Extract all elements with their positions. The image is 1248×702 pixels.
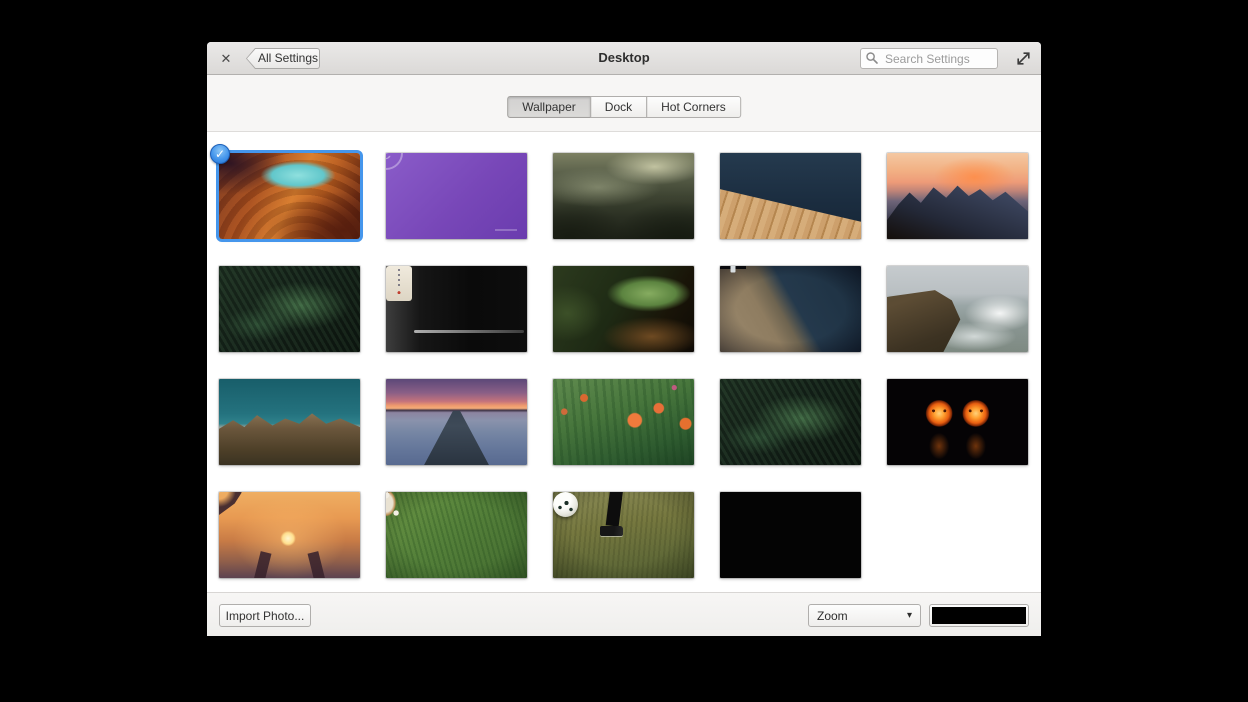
wallpaper-thumbnail-sunset-peaks[interactable] — [887, 153, 1028, 239]
wallpaper-cell — [219, 266, 360, 352]
wallpaper-cell — [386, 266, 527, 352]
expand-icon — [1015, 50, 1032, 67]
wallpaper-thumbnail-antelope-canyon[interactable] — [219, 153, 360, 239]
titlebar: ✕ All Settings Desktop — [207, 42, 1041, 75]
wallpaper-thumbnail-heart-hands-sunset[interactable] — [219, 492, 360, 578]
import-photo-button[interactable]: Import Photo... — [219, 604, 311, 627]
wallpaper-thumbnail-elementary-purple[interactable] — [386, 153, 527, 239]
wallpaper-thumbnail-coastal-cliff[interactable] — [887, 266, 1028, 352]
expand-window-button[interactable] — [1015, 50, 1032, 67]
dropdown-arrow-icon: ▾ — [907, 611, 912, 621]
wallpaper-cell — [553, 379, 694, 465]
wallpaper-cell — [386, 492, 527, 578]
wallpaper-cell — [720, 153, 861, 239]
selected-check-badge: ✓ — [210, 144, 230, 164]
wallpaper-cell — [219, 379, 360, 465]
wallpaper-thumbnail-misty-forest[interactable] — [553, 153, 694, 239]
tab-group: Wallpaper Dock Hot Corners — [507, 96, 741, 118]
mountain-lake-art — [219, 379, 360, 465]
misty-forest-art — [553, 153, 694, 239]
search-field-wrap — [860, 48, 998, 69]
wallpaper-thumbnail-pier-sunset[interactable] — [386, 379, 527, 465]
dropdown-selected-value: Zoom — [817, 609, 848, 623]
wallpaper-thumbnail-solid-black[interactable] — [720, 492, 861, 578]
heart-hands-sunset-art — [219, 492, 247, 516]
dark-ferns-art — [219, 266, 360, 352]
soccer-ball-art — [553, 492, 578, 517]
wallpaper-thumbnail-soccer-ball[interactable] — [553, 492, 694, 578]
wallpaper-thumbnail-boardwalk-water[interactable] — [720, 153, 861, 239]
wallpaper-cell — [386, 379, 527, 465]
close-icon: ✕ — [221, 51, 232, 66]
wallpaper-cell — [553, 492, 694, 578]
tab-dock[interactable]: Dock — [590, 96, 647, 118]
wallpaper-cell: ✓ — [219, 153, 360, 239]
tab-hot-corners[interactable]: Hot Corners — [646, 96, 741, 118]
tab-wallpaper[interactable]: Wallpaper — [507, 96, 591, 118]
elementary-purple-art — [386, 153, 403, 170]
wallpaper-cell — [386, 153, 527, 239]
conifer-branch-art — [553, 266, 694, 352]
settings-window: ✕ All Settings Desktop — [207, 42, 1041, 636]
jack-o-lanterns-art — [887, 379, 1028, 465]
wallpaper-cell — [720, 266, 861, 352]
puppy-grass-art — [386, 492, 404, 517]
wallpaper-thumbnail-orange-tulips[interactable] — [553, 379, 694, 465]
wallpaper-style-dropdown[interactable]: Zoom ▾ — [808, 604, 921, 627]
tab-bar: Wallpaper Dock Hot Corners — [207, 75, 1041, 132]
solid-black-art — [720, 492, 861, 578]
wallpaper-thumbnail-satellite-coast[interactable] — [720, 266, 861, 352]
all-settings-back-button[interactable]: All Settings — [246, 48, 320, 69]
wallpaper-cell — [720, 379, 861, 465]
boardwalk-water-art — [720, 153, 861, 239]
wallpaper-cell — [219, 492, 360, 578]
wallpaper-thumbnail-conifer-branch[interactable] — [553, 266, 694, 352]
dark-ferns-2-art — [720, 379, 861, 465]
wallpaper-thumbnail-jack-o-lanterns[interactable] — [887, 379, 1028, 465]
wallpaper-cell — [887, 266, 1028, 352]
footer-action-bar: Import Photo... Zoom ▾ — [207, 592, 1041, 636]
paper-lantern-art — [386, 266, 412, 301]
color-swatch-fill — [932, 607, 1026, 624]
wallpaper-thumbnail-puppy-grass[interactable] — [386, 492, 527, 578]
wallpaper-grid: ✓ — [207, 132, 1041, 578]
wallpaper-thumbnail-mountain-lake[interactable] — [219, 379, 360, 465]
pier-sunset-art — [386, 379, 527, 465]
coastal-cliff-art — [887, 266, 1028, 352]
wallpaper-thumbnail-paper-lantern[interactable] — [386, 266, 527, 352]
wallpaper-thumbnail-dark-ferns[interactable] — [219, 266, 360, 352]
sunset-peaks-art — [887, 153, 1028, 239]
desktop-background: ✕ All Settings Desktop — [0, 0, 1248, 702]
search-input[interactable] — [860, 48, 998, 69]
satellite-coast-art — [720, 266, 746, 269]
antelope-canyon-art — [219, 153, 360, 239]
wallpaper-thumbnail-dark-ferns-2[interactable] — [720, 379, 861, 465]
wallpaper-cell — [553, 153, 694, 239]
close-button[interactable]: ✕ — [217, 50, 235, 68]
orange-tulips-art — [553, 379, 694, 465]
wallpaper-cell — [887, 153, 1028, 239]
wallpaper-cell — [553, 266, 694, 352]
wallpaper-grid-area: ✓ — [207, 132, 1041, 592]
search-icon — [865, 51, 879, 65]
wallpaper-cell — [887, 379, 1028, 465]
wallpaper-cell — [720, 492, 861, 578]
background-color-button[interactable] — [929, 604, 1029, 627]
back-button-label: All Settings — [246, 48, 320, 69]
